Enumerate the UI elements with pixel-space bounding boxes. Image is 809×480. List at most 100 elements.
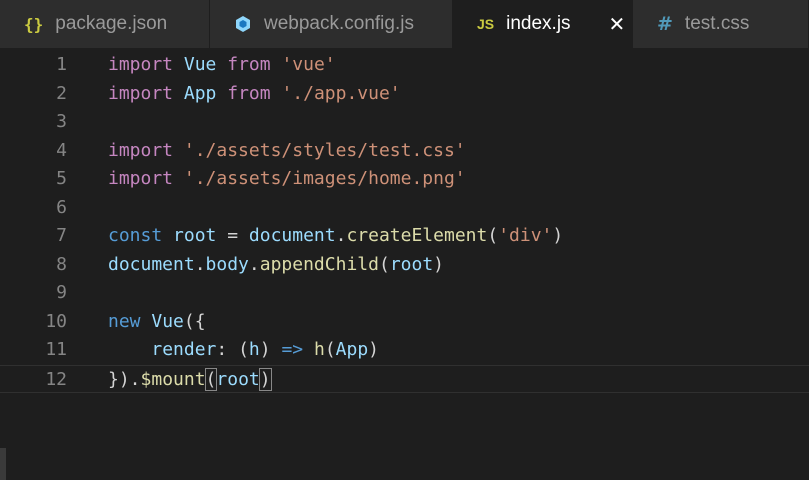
code-token: from bbox=[227, 82, 271, 104]
code-token: . bbox=[248, 253, 260, 275]
js-icon: JS bbox=[477, 16, 495, 32]
code-line[interactable]: 5 import './assets/images/home.png' bbox=[0, 165, 809, 194]
code-token: document bbox=[248, 225, 336, 246]
code-line[interactable]: 7 const root = document.createElement('di… bbox=[0, 222, 809, 251]
code-text: import Vue from 'vue' bbox=[108, 51, 336, 80]
code-text: new Vue({ bbox=[108, 308, 206, 337]
code-token: Vue bbox=[183, 54, 217, 75]
code-token: ( bbox=[204, 367, 218, 391]
code-token: import bbox=[108, 168, 174, 189]
code-token: ) bbox=[259, 339, 282, 360]
tab-index-js[interactable]: JS index.js ✕ bbox=[453, 0, 633, 48]
code-token: }). bbox=[108, 368, 141, 390]
code-token: import bbox=[108, 139, 174, 161]
code-token: ( bbox=[487, 225, 499, 246]
line-number: 5 bbox=[56, 168, 67, 189]
tab-package-json[interactable]: {} package.json bbox=[0, 0, 210, 48]
braces-icon: {} bbox=[24, 14, 44, 34]
code-token: 'div' bbox=[498, 225, 553, 246]
code-token: './assets/styles/test.css' bbox=[183, 139, 466, 161]
code-token: h bbox=[248, 339, 260, 360]
line-number: 3 bbox=[56, 111, 67, 132]
code-editor[interactable]: 1 import Vue from 'vue' 2 import App from '… bbox=[0, 48, 809, 480]
code-token: . bbox=[194, 253, 206, 275]
code-token: render bbox=[151, 339, 217, 360]
code-token: ) bbox=[552, 225, 564, 246]
code-line[interactable]: 10 new Vue({ bbox=[0, 308, 809, 337]
line-number: 9 bbox=[56, 282, 67, 303]
code-token: Vue bbox=[151, 310, 184, 332]
code-line[interactable]: 11 render: (h) => h(App) bbox=[0, 336, 809, 365]
code-token: ) bbox=[258, 367, 272, 391]
line-number: 7 bbox=[56, 225, 67, 246]
code-token: root bbox=[389, 253, 434, 275]
code-line[interactable]: 6 bbox=[0, 194, 809, 223]
code-token: ( bbox=[378, 253, 390, 275]
code-token: appendChild bbox=[259, 253, 379, 275]
line-number: 6 bbox=[56, 196, 67, 218]
code-line[interactable]: 8 document.body.appendChild(root) bbox=[0, 251, 809, 280]
line-number: 12 bbox=[45, 368, 67, 390]
webpack-cube-icon bbox=[234, 15, 252, 33]
code-token: App bbox=[335, 339, 369, 360]
line-number: 11 bbox=[45, 339, 67, 360]
code-token: ( bbox=[324, 339, 336, 360]
code-token: . bbox=[335, 225, 347, 246]
code-line[interactable]: 1 import Vue from 'vue' bbox=[0, 51, 809, 80]
code-text: import './assets/images/home.png' bbox=[108, 165, 466, 194]
tab-test-css[interactable]: # test.css bbox=[633, 0, 809, 48]
code-token: document bbox=[108, 253, 195, 275]
code-token: './assets/images/home.png' bbox=[183, 168, 466, 189]
code-token: './app.vue' bbox=[281, 82, 401, 104]
tab-label: package.json bbox=[55, 13, 168, 34]
line-number: 8 bbox=[56, 253, 67, 275]
code-token: $mount bbox=[140, 368, 206, 390]
code-text: render: (h) => h(App) bbox=[108, 336, 379, 365]
code-token: body bbox=[205, 253, 249, 275]
tab-label: test.css bbox=[684, 13, 750, 34]
code-token: from bbox=[227, 54, 271, 75]
code-line[interactable]: 12}).$mount(root) bbox=[0, 364, 809, 393]
close-icon[interactable]: ✕ bbox=[609, 12, 626, 36]
code-text: document.body.appendChild(root) bbox=[108, 251, 444, 280]
line-number: 1 bbox=[56, 54, 67, 75]
code-token: => bbox=[281, 339, 304, 360]
hash-icon: # bbox=[657, 13, 673, 35]
code-line[interactable]: 4 import './assets/styles/test.css' bbox=[0, 137, 809, 166]
tab-webpack-config-js[interactable]: webpack.config.js bbox=[210, 0, 453, 48]
code-line[interactable]: 2 import App from './app.vue' bbox=[0, 80, 809, 109]
line-number: 2 bbox=[56, 82, 67, 104]
code-text: import App from './app.vue' bbox=[108, 80, 401, 109]
code-token: new bbox=[108, 310, 141, 332]
code-token: ({ bbox=[183, 310, 206, 332]
code-token: import bbox=[108, 54, 174, 75]
line-number: 10 bbox=[45, 310, 67, 332]
code-text: import './assets/styles/test.css' bbox=[108, 137, 466, 166]
scrollbar[interactable] bbox=[0, 448, 6, 480]
code-line[interactable]: 9 bbox=[0, 279, 809, 308]
code-token: ) bbox=[433, 253, 445, 275]
code-token: h bbox=[313, 339, 325, 360]
code-token: = bbox=[216, 225, 249, 246]
code-token: App bbox=[183, 82, 217, 104]
code-text: const root = document.createElement('div… bbox=[108, 222, 563, 251]
code-token: ) bbox=[368, 339, 380, 360]
code-token: 'vue' bbox=[281, 54, 336, 75]
code-token: root bbox=[216, 368, 260, 390]
code-line[interactable]: 3 bbox=[0, 108, 809, 137]
line-number: 4 bbox=[56, 139, 67, 161]
code-token: import bbox=[108, 82, 174, 104]
tab-bar: {} package.json webpack.config.js JS ind… bbox=[0, 0, 809, 48]
tab-label: index.js bbox=[506, 13, 571, 34]
